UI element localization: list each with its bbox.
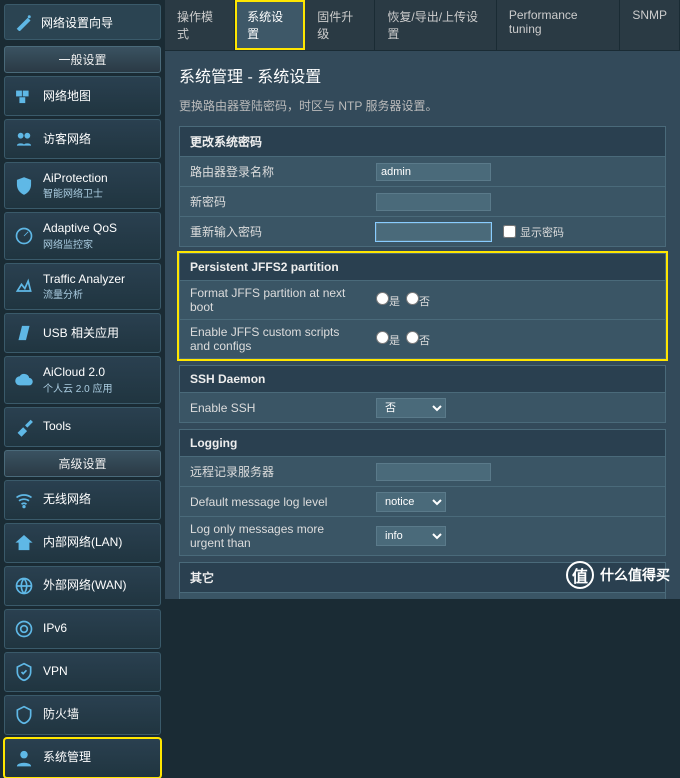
wizard-label: 网络设置向导 (41, 14, 113, 31)
tools-icon (13, 416, 35, 438)
sidebar-item-cloud[interactable]: AiCloud 2.0个人云 2.0 应用 (4, 356, 161, 403)
sidebar-item-lan[interactable]: 内部网络(LAN) (4, 523, 161, 563)
log-urgent-select[interactable]: info (376, 526, 446, 546)
wifi-icon (13, 489, 35, 511)
sidebar-item-usb[interactable]: USB 相关应用 (4, 313, 161, 353)
shield-icon (13, 175, 35, 197)
section-logging: Logging (179, 429, 666, 457)
log-urgent-label: Log only messages more urgent than (180, 517, 370, 555)
sidebar-item-label: Tools (43, 419, 71, 433)
tab-0[interactable]: 操作模式 (165, 0, 235, 50)
sidebar-item-traffic[interactable]: Traffic Analyzer流量分析 (4, 263, 161, 310)
traffic-icon (13, 275, 35, 297)
sidebar-item-admin[interactable]: 系统管理 (4, 738, 161, 778)
sidebar-item-label: 网络地图 (43, 89, 91, 103)
sidebar-item-label: 系统管理 (43, 750, 91, 764)
remote-log-input[interactable] (376, 463, 491, 481)
remote-log-label: 远程记录服务器 (180, 458, 370, 485)
section-password: 更改系统密码 (179, 126, 666, 157)
jffs-format-label: Format JFFS partition at next boot (180, 281, 370, 319)
usb-icon (13, 322, 35, 344)
reboot-sched-label: Enable Reboot Scheduler (180, 596, 370, 600)
general-settings-header: 一般设置 (4, 46, 161, 73)
sidebar-item-wan[interactable]: 外部网络(WAN) (4, 566, 161, 606)
ipv6-icon (13, 618, 35, 640)
wand-icon (13, 11, 35, 33)
sidebar-item-label: AiCloud 2.0 (43, 365, 112, 379)
sidebar-item-sublabel: 个人云 2.0 应用 (43, 380, 112, 395)
qos-icon (13, 225, 35, 247)
sidebar-item-tools[interactable]: Tools (4, 407, 161, 447)
show-password-label: 显示密码 (520, 224, 564, 240)
log-level-label: Default message log level (180, 490, 370, 514)
jffs-scripts-label: Enable JFFS custom scripts and configs (180, 320, 370, 358)
sidebar-item-sublabel: 智能网络卫士 (43, 185, 108, 200)
tab-bar: 操作模式系统设置固件升级恢复/导出/上传设置Performance tuning… (165, 0, 680, 51)
sidebar-item-label: 内部网络(LAN) (43, 535, 122, 549)
tab-2[interactable]: 固件升级 (305, 0, 375, 50)
jffs-scripts-yes[interactable] (376, 331, 389, 344)
cloud-icon (13, 369, 35, 391)
sidebar-item-label: USB 相关应用 (43, 326, 119, 340)
wizard-link[interactable]: 网络设置向导 (4, 4, 161, 40)
firewall-icon (13, 704, 35, 726)
page-description: 更换路由器登陆密码，时区与 NTP 服务器设置。 (179, 97, 666, 114)
sidebar-item-guest[interactable]: 访客网络 (4, 119, 161, 159)
sidebar-item-label: VPN (43, 664, 68, 678)
sidebar-item-label: AiProtection (43, 171, 108, 185)
jffs-scripts-no[interactable] (406, 331, 419, 344)
admin-icon (13, 747, 35, 769)
advanced-settings-header: 高级设置 (4, 450, 161, 477)
tab-4[interactable]: Performance tuning (497, 0, 620, 50)
sidebar-item-ipv6[interactable]: IPv6 (4, 609, 161, 649)
sidebar-item-label: 访客网络 (43, 132, 91, 146)
confirm-password-input[interactable] (376, 223, 491, 241)
watermark-text: 什么值得买 (600, 565, 670, 585)
sidebar-item-label: IPv6 (43, 621, 67, 635)
sidebar-item-map[interactable]: 网络地图 (4, 76, 161, 116)
sidebar-item-label: Adaptive QoS (43, 221, 117, 235)
sidebar-item-label: 外部网络(WAN) (43, 578, 127, 592)
login-name-input[interactable] (376, 163, 491, 181)
jffs-format-yes[interactable] (376, 292, 389, 305)
tab-1[interactable]: 系统设置 (235, 0, 305, 50)
sidebar-item-wifi[interactable]: 无线网络 (4, 480, 161, 520)
show-password-checkbox[interactable] (503, 225, 516, 238)
watermark-icon: 值 (566, 561, 594, 589)
sidebar-item-sublabel: 流量分析 (43, 286, 125, 301)
log-level-select[interactable]: notice (376, 492, 446, 512)
sidebar-item-sublabel: 网络监控家 (43, 236, 117, 251)
sidebar-item-qos[interactable]: Adaptive QoS网络监控家 (4, 212, 161, 259)
sidebar-item-label: 防火墙 (43, 707, 79, 721)
tab-3[interactable]: 恢复/导出/上传设置 (375, 0, 497, 50)
wan-icon (13, 575, 35, 597)
enable-ssh-label: Enable SSH (180, 396, 370, 420)
sidebar-item-firewall[interactable]: 防火墙 (4, 695, 161, 735)
lan-icon (13, 532, 35, 554)
enable-ssh-select[interactable]: 否 (376, 398, 446, 418)
confirm-password-label: 重新输入密码 (180, 218, 370, 245)
new-password-input[interactable] (376, 193, 491, 211)
tab-5[interactable]: SNMP (620, 0, 680, 50)
sidebar-item-label: 无线网络 (43, 492, 91, 506)
sidebar-item-shield[interactable]: AiProtection智能网络卫士 (4, 162, 161, 209)
guest-icon (13, 128, 35, 150)
vpn-icon (13, 661, 35, 683)
new-password-label: 新密码 (180, 188, 370, 215)
jffs-format-no[interactable] (406, 292, 419, 305)
section-ssh: SSH Daemon (179, 365, 666, 393)
login-name-label: 路由器登录名称 (180, 158, 370, 185)
section-jffs: Persistent JFFS2 partition (179, 253, 666, 281)
sidebar-item-vpn[interactable]: VPN (4, 652, 161, 692)
sidebar-item-label: Traffic Analyzer (43, 272, 125, 286)
map-icon (13, 85, 35, 107)
page-title: 系统管理 - 系统设置 (179, 63, 666, 87)
watermark: 值 什么值得买 (566, 561, 670, 589)
